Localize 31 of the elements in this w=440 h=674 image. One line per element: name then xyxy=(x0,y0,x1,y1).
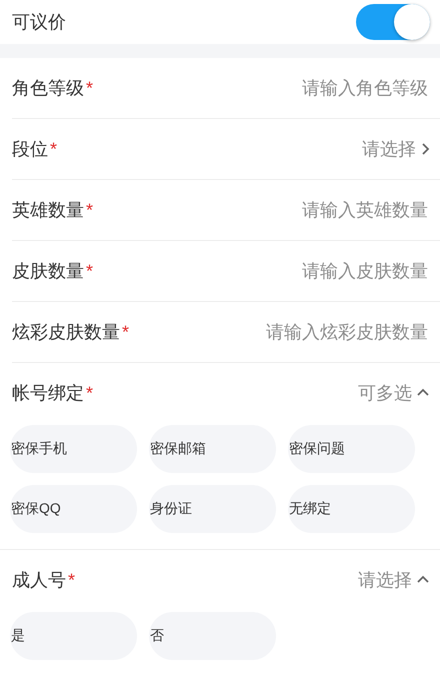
option-chip[interactable]: 密保手机 xyxy=(10,425,137,473)
field-label: 帐号绑定 xyxy=(12,382,84,405)
required-mark: * xyxy=(50,138,58,160)
hint-text: 可多选 xyxy=(358,382,412,405)
input-field[interactable]: 请输入皮肤数量 xyxy=(105,260,430,282)
field-label: 成人号 xyxy=(12,569,66,592)
option-chip[interactable]: 身份证 xyxy=(149,485,276,533)
required-mark: * xyxy=(86,260,94,282)
field-label: 段位 xyxy=(12,138,48,161)
option-chip[interactable]: 密保QQ xyxy=(10,485,137,533)
option-chip[interactable]: 是 xyxy=(10,612,137,660)
field-label: 角色等级 xyxy=(12,77,84,100)
required-mark: * xyxy=(86,382,94,404)
option-chip[interactable]: 无绑定 xyxy=(288,485,415,533)
input-field[interactable]: 请输入英雄数量 xyxy=(105,198,430,222)
option-chip[interactable]: 否 xyxy=(149,612,276,660)
option-chip[interactable]: 密保问题 xyxy=(288,425,415,473)
input-field[interactable]: 请输入炫彩皮肤数量 xyxy=(141,320,430,344)
field-label: 炫彩皮肤数量 xyxy=(12,321,120,344)
input-field[interactable]: 请输入角色等级 xyxy=(105,76,430,100)
option-chip[interactable]: 密保邮箱 xyxy=(149,425,276,473)
required-mark: * xyxy=(68,570,76,590)
chevron-icon xyxy=(420,142,430,156)
required-mark: * xyxy=(86,200,94,220)
required-mark: * xyxy=(122,322,130,342)
hint-text: 请选择 xyxy=(358,569,412,592)
field-label: 英雄数量 xyxy=(12,199,84,222)
field-label: 可议价 xyxy=(12,11,66,34)
required-mark: * xyxy=(86,78,94,98)
field-label: 皮肤数量 xyxy=(12,260,84,283)
toggle-switch[interactable] xyxy=(356,4,430,40)
